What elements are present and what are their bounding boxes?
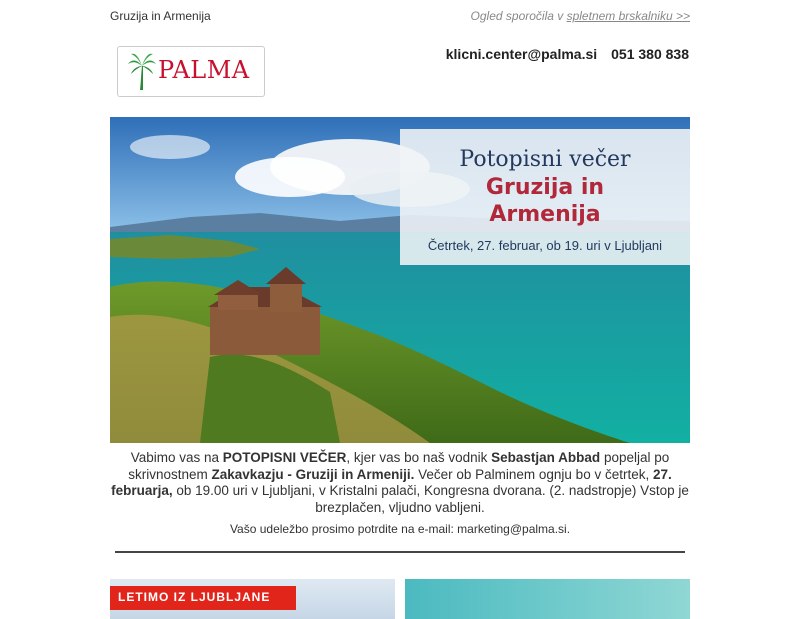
- banner-destination: Gruzija in Armenija: [400, 174, 690, 228]
- view-in-browser-link[interactable]: spletnem brskalniku >>: [567, 9, 690, 23]
- intro-bold-1: POTOPISNI VEČER: [222, 450, 347, 465]
- intro-text-5: ob 19.00 uri v Ljubljani, v Kristalni pa…: [172, 483, 689, 515]
- promo-card-left[interactable]: LETIMO IZ LJUBLJANE: [110, 579, 395, 619]
- top-bar: Gruzija in Armenija Ogled sporočila v sp…: [110, 9, 690, 27]
- intro-bold-3: Zakavkazju - Gruziji in Armeniji.: [211, 466, 415, 482]
- divider: [115, 551, 685, 553]
- contact-info: klicni.center@palma.si 051 380 838: [446, 46, 689, 62]
- banner-title: Potopisni večer: [459, 147, 631, 172]
- banner-destination-line2: Armenija: [489, 202, 601, 227]
- contact-email[interactable]: klicni.center@palma.si: [446, 46, 597, 62]
- intro-text-1: Vabimo vas na: [130, 450, 223, 465]
- intro-text-2: , kjer vas bo naš vodnik: [346, 450, 492, 465]
- contact-phone[interactable]: 051 380 838: [611, 46, 689, 62]
- promo-tag: LETIMO IZ LJUBLJANE: [110, 586, 296, 610]
- palm-tree-icon: [128, 53, 156, 90]
- invitation-text: Vabimo vas na POTOPISNI VEČER, kjer vas …: [110, 450, 690, 516]
- email-subject: Gruzija in Armenija: [110, 9, 211, 23]
- view-in-browser: Ogled sporočila v spletnem brskalniku >>: [471, 9, 690, 23]
- banner-destination-line1: Gruzija in: [485, 175, 605, 200]
- intro-text-4: Večer ob Palminem ognju bo v četrtek,: [414, 466, 653, 482]
- intro-bold-2: Sebastjan Abbad: [491, 450, 601, 465]
- rsvp-text: Vašo udeležbo prosimo potrdite na e-mail…: [229, 522, 571, 536]
- palma-logo[interactable]: PALMA: [117, 46, 265, 97]
- event-banner: Potopisni večer Gruzija in Armenija Četr…: [400, 129, 690, 265]
- brand-name: PALMA: [158, 56, 250, 84]
- view-in-browser-prefix: Ogled sporočila v: [470, 9, 567, 23]
- banner-date: Četrtek, 27. februar, ob 19. uri v Ljubl…: [427, 238, 663, 253]
- promo-card-right[interactable]: [405, 579, 690, 619]
